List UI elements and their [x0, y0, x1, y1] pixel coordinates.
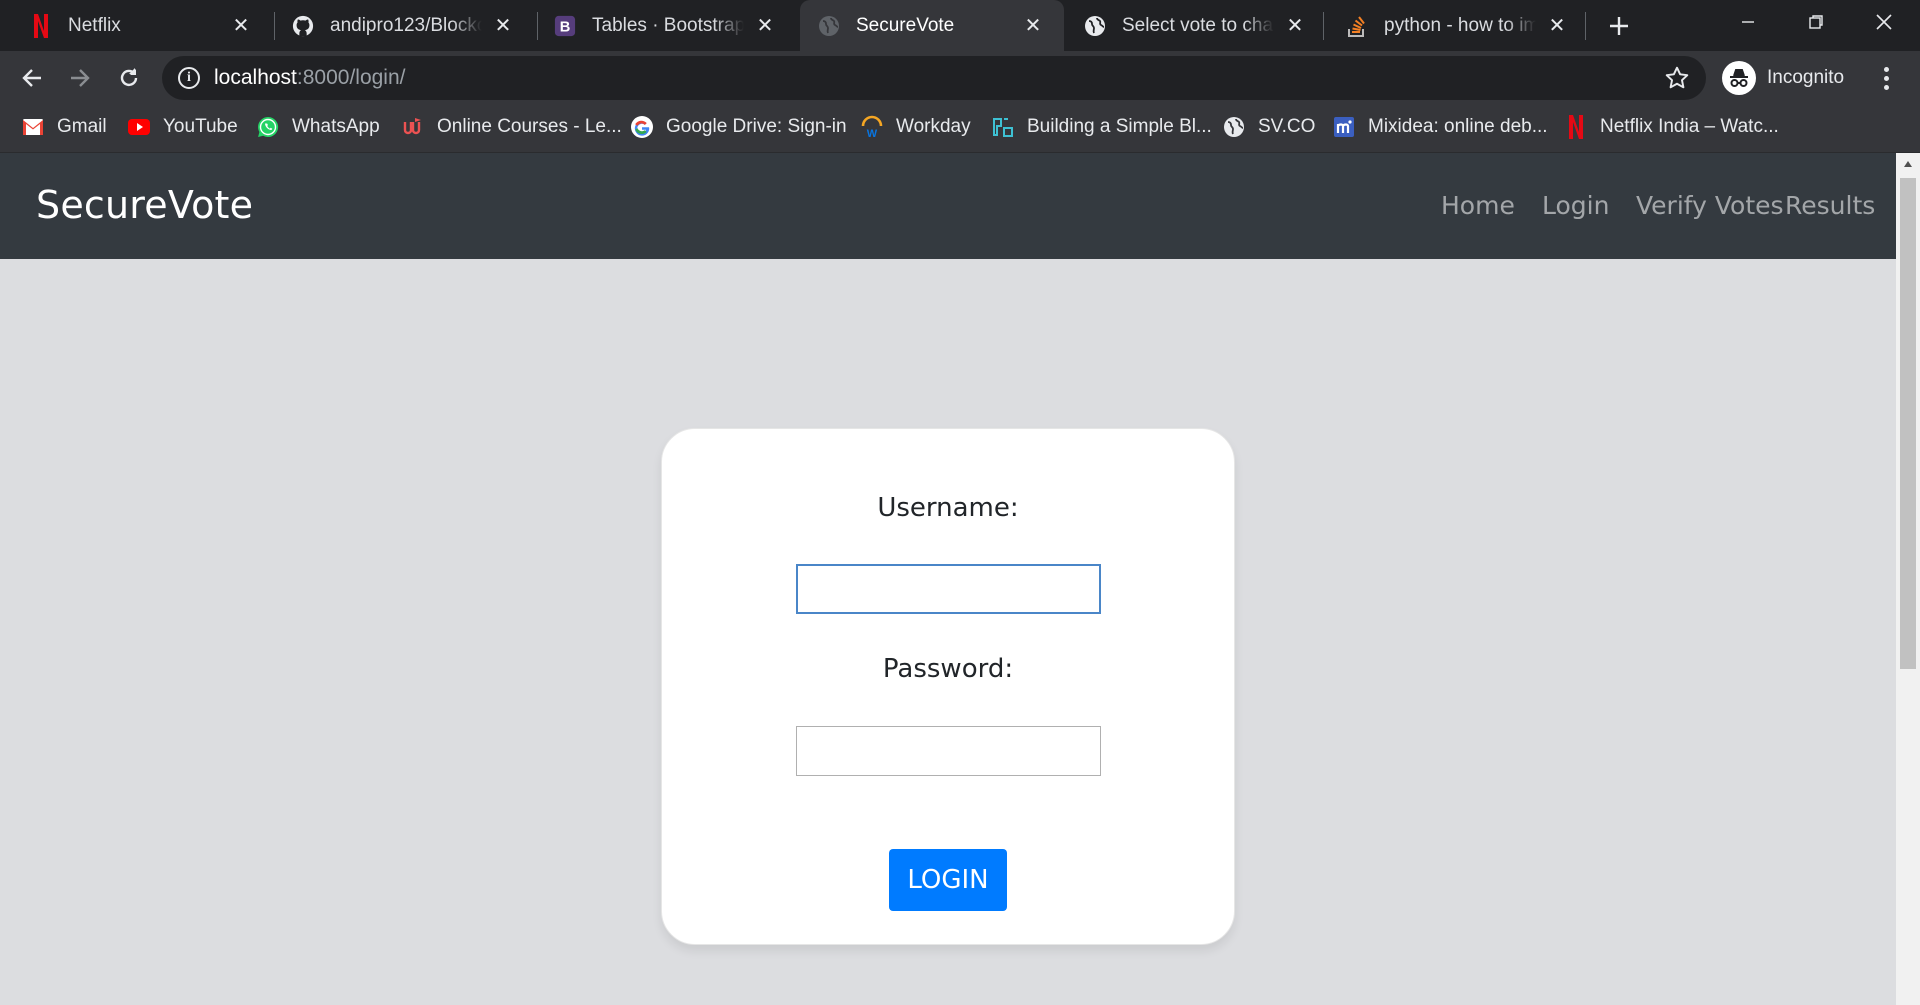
tab-title: Tables · Bootstrap [592, 14, 744, 36]
restore-button[interactable] [1782, 0, 1850, 44]
bookmark-label: Building a Simple Bl... [1027, 115, 1212, 137]
bookmark-star-icon[interactable] [1664, 65, 1690, 91]
svg-text:W: W [867, 128, 878, 139]
nav-home[interactable]: Home [1441, 191, 1515, 220]
tab-django-admin[interactable]: Select vote to change ✕ [1054, 0, 1326, 51]
workday-icon: W [860, 115, 884, 139]
tab-title: Select vote to change [1122, 14, 1274, 36]
incognito-profile-button[interactable]: Incognito [1722, 58, 1844, 98]
bookmark-building-simple-blockchain[interactable]: Building a Simple Bl... [991, 104, 1212, 149]
nav-results[interactable]: Results [1785, 191, 1875, 220]
globe-icon [1222, 115, 1246, 139]
reload-button[interactable] [112, 61, 146, 95]
bookmark-gmail[interactable]: Gmail [21, 104, 107, 149]
profile-label: Incognito [1767, 67, 1845, 88]
page-viewport: SecureVote Home Login Verify Votes Resul… [0, 153, 1896, 1005]
password-input[interactable] [796, 726, 1101, 776]
close-icon[interactable]: ✕ [230, 15, 252, 37]
globe-icon [1084, 15, 1106, 37]
password-label: Password: [882, 654, 1014, 684]
tab-title: python - how to import [1384, 14, 1536, 36]
browser-toolbar: i localhost :8000/login/ Incognito [0, 51, 1920, 104]
close-icon[interactable]: ✕ [1284, 15, 1306, 37]
login-card: Username: Password: LOGIN [661, 428, 1235, 945]
close-icon[interactable]: ✕ [1546, 15, 1568, 37]
app-navbar: SecureVote Home Login Verify Votes Resul… [0, 153, 1896, 259]
whatsapp-icon [256, 115, 280, 139]
close-icon[interactable]: ✕ [754, 15, 776, 37]
gmail-icon [21, 115, 45, 139]
nav-login[interactable]: Login [1542, 191, 1609, 220]
back-button[interactable] [15, 61, 49, 95]
bookmark-label: YouTube [163, 115, 238, 137]
bookmark-whatsapp[interactable]: WhatsApp [256, 104, 380, 149]
bookmark-online-courses[interactable]: Online Courses - Le... [401, 104, 622, 149]
bookmark-label: Google Drive: Sign-in [666, 115, 847, 137]
url-path: :8000/login/ [296, 66, 406, 89]
bookmark-mixidea[interactable]: Mixidea: online deb... [1332, 104, 1548, 149]
globe-icon [818, 15, 840, 37]
tab-title: andipro123/Blockchain [330, 14, 482, 36]
mixidea-icon [1332, 115, 1356, 139]
site-info-icon[interactable]: i [178, 67, 200, 89]
tab-bootstrap[interactable]: B Tables · Bootstrap ✕ [524, 0, 796, 51]
google-icon [630, 115, 654, 139]
tab-strip: Netflix ✕ andipro123/Blockchain ✕ B Tabl… [0, 0, 1920, 51]
username-input[interactable] [796, 564, 1101, 614]
incognito-icon [1722, 61, 1756, 95]
tab-stackoverflow[interactable]: python - how to import ✕ [1316, 0, 1588, 51]
address-bar[interactable]: i localhost :8000/login/ [162, 56, 1706, 100]
bookmark-label: Online Courses - Le... [437, 115, 622, 137]
svg-text:B: B [560, 19, 571, 35]
scroll-up-arrow-icon[interactable] [1896, 153, 1920, 175]
bookmark-google-drive[interactable]: Google Drive: Sign-in [630, 104, 847, 149]
close-icon[interactable]: ✕ [492, 15, 514, 37]
tab-securevote[interactable]: SecureVote ✕ [800, 0, 1064, 51]
tab-github[interactable]: andipro123/Blockchain ✕ [262, 0, 534, 51]
close-icon[interactable]: ✕ [1022, 15, 1044, 37]
tab-title: SecureVote [856, 14, 955, 36]
forward-button[interactable] [63, 61, 97, 95]
browser-chrome: Netflix ✕ andipro123/Blockchain ✕ B Tabl… [0, 0, 1920, 153]
url-host: localhost [214, 66, 297, 89]
bookmark-label: Mixidea: online deb... [1368, 115, 1548, 137]
browser-menu-icon[interactable] [1876, 63, 1896, 93]
close-window-button[interactable] [1850, 0, 1918, 44]
bootstrap-icon: B [554, 15, 576, 37]
blog-icon [991, 115, 1015, 139]
bookmarks-bar: Gmail YouTube WhatsApp Online Courses - … [0, 104, 1920, 153]
page-scrollbar[interactable] [1896, 153, 1920, 1005]
bookmark-youtube[interactable]: YouTube [127, 104, 238, 149]
netflix-icon [30, 13, 52, 38]
bookmark-label: SV.CO [1258, 115, 1316, 137]
bookmark-svco[interactable]: SV.CO [1222, 104, 1315, 149]
stackoverflow-icon [1346, 15, 1368, 37]
bookmark-label: Netflix India – Watc... [1600, 115, 1779, 137]
tab-netflix[interactable]: Netflix ✕ [0, 0, 272, 51]
brand-logo[interactable]: SecureVote [36, 183, 253, 227]
bookmark-label: Gmail [57, 115, 107, 137]
tab-separator [1585, 12, 1586, 40]
minimize-button[interactable] [1714, 0, 1782, 44]
username-label: Username: [877, 493, 1019, 523]
scrollbar-thumb[interactable] [1900, 178, 1916, 669]
bookmark-netflix-india[interactable]: Netflix India – Watc... [1564, 104, 1779, 149]
youtube-icon [127, 115, 151, 139]
github-icon [292, 15, 314, 37]
new-tab-button[interactable] [1603, 10, 1635, 42]
bookmark-label: Workday [896, 115, 971, 137]
netflix-icon [1564, 114, 1588, 139]
login-button[interactable]: LOGIN [889, 849, 1007, 911]
nav-verify-votes[interactable]: Verify Votes [1636, 191, 1784, 220]
bookmark-workday[interactable]: W Workday [860, 104, 971, 149]
bookmark-label: WhatsApp [292, 115, 380, 137]
tab-title: Netflix [68, 14, 121, 36]
udemy-icon [401, 115, 425, 139]
